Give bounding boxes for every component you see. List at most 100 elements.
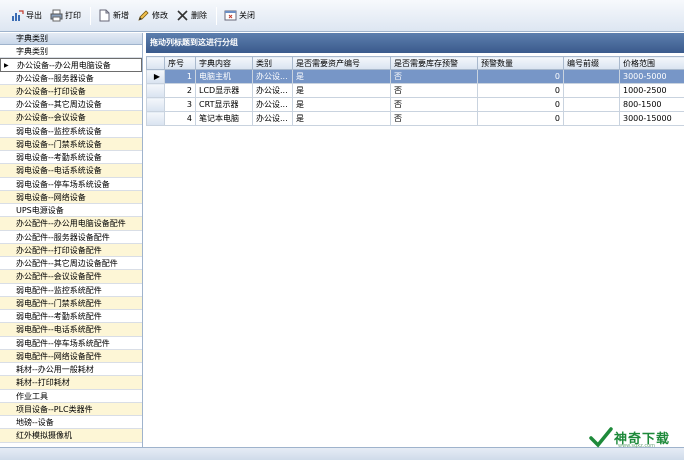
edit-pencil-icon: [137, 9, 150, 22]
table-row[interactable]: 4 笔记本电脑 办公设... 是否 0 3000-15000: [146, 111, 684, 126]
category-list-item[interactable]: 办公设备--会议设备: [0, 111, 142, 125]
category-list-item-label: 办公配件--会议设备配件: [16, 272, 102, 282]
category-list-item[interactable]: 作业工具: [0, 390, 142, 403]
dictionary-grid: 序号 字典内容 类别 是否需要资产编号 是否需要库存预警 预警数量 编号前缀 价格范围 ▶ 1 电…: [146, 56, 684, 126]
category-list-item[interactable]: 弱电设备--停车场系统设备: [0, 178, 142, 191]
category-list-item[interactable]: 办公设备--服务器设备: [0, 72, 142, 85]
table-cell[interactable]: 电脑主机: [195, 69, 253, 84]
table-row[interactable]: ▶ 1 电脑主机 办公设... 是否 0 3000-5000: [146, 69, 684, 84]
category-list-item[interactable]: 办公配件--办公用电脑设备配件: [0, 217, 142, 231]
table-cell[interactable]: CRT显示器: [195, 97, 253, 112]
table-cell[interactable]: 800-1500: [619, 97, 684, 112]
category-list-item[interactable]: ▶ 办公设备--办公用电脑设备: [0, 58, 142, 72]
category-list-item[interactable]: 项目设备--PLC类器件: [0, 402, 142, 416]
table-cell[interactable]: 是: [292, 111, 391, 126]
category-list-item[interactable]: 办公设备--其它周边设备: [0, 98, 142, 112]
table-cell[interactable]: 3: [164, 97, 196, 112]
category-list-item[interactable]: 耗材--办公用一般耗材: [0, 363, 142, 377]
category-list-item[interactable]: 弱电设备--考勤系统设备: [0, 151, 142, 165]
column-header[interactable]: 序号: [164, 56, 196, 70]
delete-label: 删除: [191, 10, 207, 20]
column-header[interactable]: 编号前缀: [563, 56, 620, 70]
category-list-item[interactable]: 弱电配件--网络设备配件: [0, 349, 142, 363]
category-list-item[interactable]: 办公配件--会议设备配件: [0, 270, 142, 284]
table-cell[interactable]: 办公设...: [252, 69, 293, 84]
table-cell[interactable]: 是: [292, 97, 391, 112]
category-list-item[interactable]: 弱电设备--监控系统设备: [0, 125, 142, 138]
category-list-item-label: 弱电配件--门禁系统配件: [16, 298, 102, 308]
table-cell[interactable]: 0: [477, 83, 564, 98]
table-cell[interactable]: [563, 83, 620, 98]
table-cell[interactable]: [563, 111, 620, 126]
table-cell[interactable]: 办公设...: [252, 97, 293, 112]
table-cell[interactable]: 否: [390, 83, 478, 98]
print-button[interactable]: 打印: [47, 6, 84, 26]
export-label: 导出: [26, 10, 42, 20]
table-cell[interactable]: 否: [390, 69, 478, 84]
edit-button[interactable]: 修改: [134, 6, 171, 26]
dictionary-grid-panel: 拖动列标题到这进行分组 序号 字典内容 类别 是否需要资产编号 是否需要库存预警 预警数量…: [146, 33, 684, 447]
category-list-item[interactable]: 办公设备--打印设备: [0, 84, 142, 98]
row-indicator[interactable]: [146, 97, 165, 112]
table-cell[interactable]: 2: [164, 83, 196, 98]
table-cell[interactable]: 1000-2500: [619, 83, 684, 98]
table-cell[interactable]: 否: [390, 111, 478, 126]
column-header[interactable]: 字典内容: [195, 56, 253, 70]
category-list-item[interactable]: 办公配件--其它周边设备配件: [0, 257, 142, 271]
delete-button[interactable]: 删除: [173, 6, 210, 26]
table-row[interactable]: 3 CRT显示器 办公设... 是否 0 800-1500: [146, 97, 684, 112]
category-list-item[interactable]: 弱电设备--电话系统设备: [0, 164, 142, 178]
edit-label: 修改: [152, 10, 168, 20]
close-button[interactable]: 关闭: [221, 6, 258, 26]
category-list-item[interactable]: 办公配件--打印设备配件: [0, 243, 142, 257]
category-list-item-label: 弱电设备--网络设备: [16, 192, 86, 202]
category-list-item[interactable]: UPS电源设备: [0, 204, 142, 218]
category-list-item[interactable]: 弱电配件--停车场系统配件: [0, 337, 142, 350]
category-list-item[interactable]: 弱电配件--监控系统配件: [0, 284, 142, 297]
category-list-item[interactable]: 弱电配件--考勤系统配件: [0, 310, 142, 324]
table-cell[interactable]: [563, 69, 620, 84]
toolbar-separator: [216, 6, 217, 25]
table-cell[interactable]: 办公设...: [252, 83, 293, 98]
table-cell[interactable]: 4: [164, 111, 196, 126]
watermark-logo-icon: [589, 427, 613, 448]
table-row[interactable]: 2 LCD显示器 办公设... 是否 0 1000-2500: [146, 83, 684, 98]
table-cell[interactable]: 笔记本电脑: [195, 111, 253, 126]
table-cell[interactable]: 0: [477, 69, 564, 84]
table-cell[interactable]: 3000-5000: [619, 69, 684, 84]
table-cell[interactable]: 3000-15000: [619, 111, 684, 126]
column-header[interactable]: 是否需要资产编号: [292, 56, 391, 70]
row-indicator[interactable]: ▶: [146, 69, 165, 84]
table-cell[interactable]: 办公设...: [252, 111, 293, 126]
column-header[interactable]: 类别: [252, 56, 293, 70]
category-list-item[interactable]: 耗材--打印耗材: [0, 376, 142, 390]
column-header[interactable]: 预警数量: [477, 56, 564, 70]
table-cell[interactable]: 是: [292, 83, 391, 98]
table-cell[interactable]: [563, 97, 620, 112]
export-button[interactable]: 导出: [8, 6, 45, 26]
column-header[interactable]: 是否需要库存预警: [390, 56, 478, 70]
category-list-item[interactable]: 弱电设备--门禁系统设备: [0, 137, 142, 151]
row-indicator[interactable]: [146, 111, 165, 126]
table-cell[interactable]: 0: [477, 97, 564, 112]
table-cell[interactable]: 1: [164, 69, 196, 84]
column-header[interactable]: 价格范围: [619, 56, 684, 70]
toolbar-separator: [90, 6, 91, 25]
table-cell[interactable]: 是: [292, 69, 391, 84]
category-list-item[interactable]: 弱电配件--门禁系统配件: [0, 296, 142, 310]
table-cell[interactable]: 否: [390, 97, 478, 112]
table-cell[interactable]: LCD显示器: [195, 83, 253, 98]
category-list-item[interactable]: 红外模拟摄像机: [0, 429, 142, 443]
group-by-bar[interactable]: 拖动列标题到这进行分组: [146, 33, 684, 53]
row-indicator[interactable]: [146, 83, 165, 98]
table-cell[interactable]: 0: [477, 111, 564, 126]
category-list-item[interactable]: 字典类别: [0, 45, 142, 59]
category-list-item[interactable]: 地磅--设备: [0, 416, 142, 430]
category-list-item[interactable]: 弱电设备--网络设备: [0, 190, 142, 204]
category-list-item[interactable]: 办公配件--服务器设备配件: [0, 231, 142, 244]
category-list-item-label: 办公设备--打印设备: [16, 86, 86, 96]
category-list-panel: 字典类别 字典类别 ▶ 办公设备--办公用电脑设备 办公设备--服务器设备 办公设备--…: [0, 33, 143, 447]
category-list: 字典类别 ▶ 办公设备--办公用电脑设备 办公设备--服务器设备 办公设备--打印设备办…: [0, 45, 142, 443]
add-button[interactable]: 新增: [95, 6, 132, 26]
category-list-item[interactable]: 弱电配件--电话系统配件: [0, 323, 142, 337]
